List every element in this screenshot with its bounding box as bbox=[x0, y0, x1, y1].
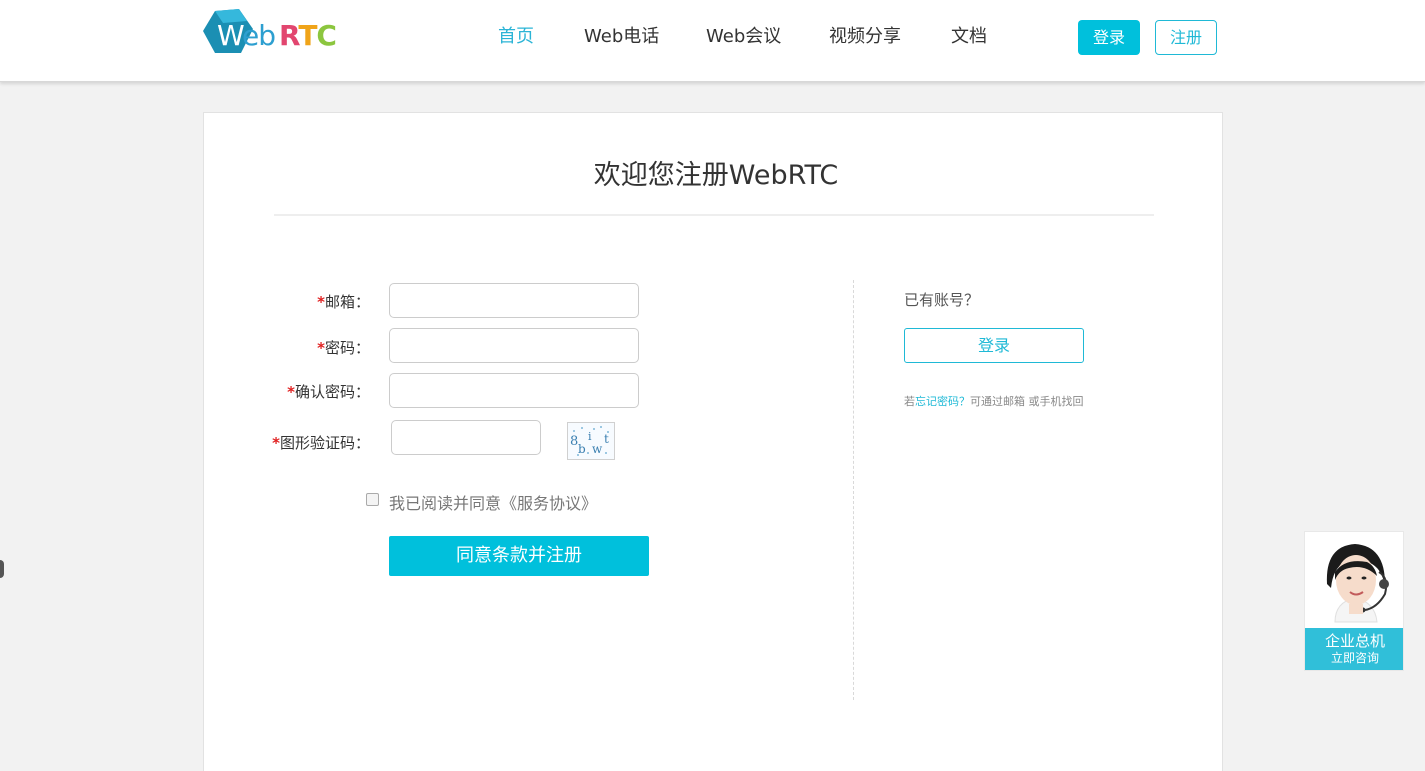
captcha-label: *图形验证码： bbox=[272, 434, 370, 452]
page-title: 欢迎您注册WebRTC bbox=[593, 160, 839, 191]
forgot-password-link[interactable]: 忘记密码？ bbox=[915, 395, 970, 408]
forgot-prefix: 若 bbox=[904, 395, 915, 408]
email-field[interactable] bbox=[389, 283, 639, 318]
agree-text[interactable]: 我已阅读并同意《服务协议》 bbox=[389, 490, 597, 514]
have-account-text: 已有账号？ bbox=[904, 291, 980, 309]
customer-service-widget[interactable]: 企业总机 立即咨询 bbox=[1304, 531, 1404, 671]
captcha-image[interactable]: 8 b i w t bbox=[567, 422, 615, 460]
top-navigation-bar: Web RTC 首页 Web电话 Web会议 视频分享 文档 登录 注册 bbox=[0, 0, 1425, 82]
captcha-char: b bbox=[578, 442, 586, 456]
service-subtitle: 立即咨询 bbox=[1330, 651, 1379, 665]
forgot-suffix: 可通过邮箱 或手机找回 bbox=[970, 395, 1084, 408]
agree-checkbox[interactable] bbox=[366, 493, 379, 506]
email-label: *邮箱： bbox=[317, 293, 370, 311]
side-login-button[interactable]: 登录 bbox=[904, 328, 1084, 363]
service-label[interactable]: 企业总机 立即咨询 bbox=[1305, 628, 1403, 670]
confirm-password-label: *确认密码： bbox=[287, 383, 370, 401]
forgot-password-hint: 若忘记密码？可通过邮箱 或手机找回 bbox=[904, 393, 1084, 409]
password-field[interactable] bbox=[389, 328, 639, 363]
captcha-graphic: 8 b i w t bbox=[570, 426, 609, 456]
register-card: 欢迎您注册WebRTC *邮箱： *密码： *确认密码： *图形验证码： 8 b… bbox=[203, 112, 1223, 771]
captcha-char: w bbox=[592, 442, 603, 456]
nav-web-phone[interactable]: Web电话 bbox=[584, 22, 659, 48]
header-login-button[interactable]: 登录 bbox=[1078, 20, 1140, 55]
service-title: 企业总机 bbox=[1324, 632, 1385, 650]
password-label: *密码： bbox=[317, 339, 370, 357]
logo-text-web: Web bbox=[217, 19, 276, 52]
logo-text-rtc: RTC bbox=[279, 19, 337, 52]
nav-video-share[interactable]: 视频分享 bbox=[829, 22, 901, 48]
webrtc-logo[interactable]: Web RTC bbox=[203, 9, 337, 57]
nav-web-meeting[interactable]: Web会议 bbox=[706, 22, 781, 48]
agent-avatar-icon bbox=[1305, 532, 1403, 628]
captcha-char: t bbox=[604, 432, 609, 446]
title-divider bbox=[274, 214, 1154, 216]
page-edge-handle bbox=[0, 560, 4, 578]
agree-register-button[interactable]: 同意条款并注册 bbox=[389, 536, 649, 576]
column-divider bbox=[853, 280, 854, 700]
captcha-field[interactable] bbox=[391, 420, 541, 455]
confirm-password-field[interactable] bbox=[389, 373, 639, 408]
header-register-button[interactable]: 注册 bbox=[1155, 20, 1217, 55]
nav-docs[interactable]: 文档 bbox=[951, 22, 987, 48]
nav-home[interactable]: 首页 bbox=[498, 22, 534, 48]
